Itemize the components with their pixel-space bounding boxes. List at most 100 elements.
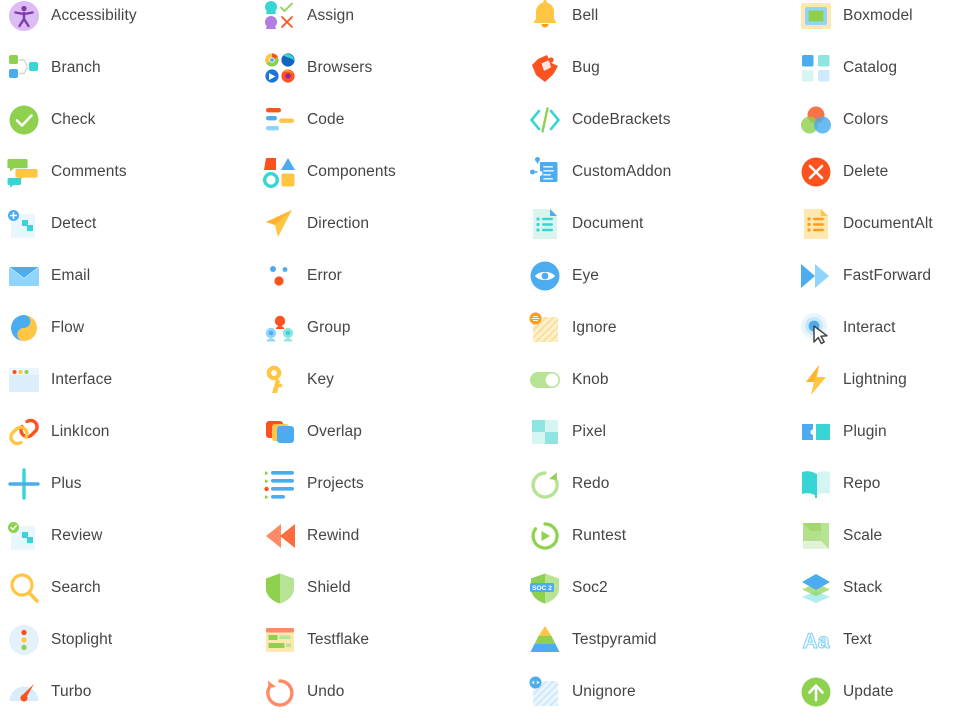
icon-list-item[interactable]: Redo <box>529 464 609 504</box>
icon-list-item[interactable]: Overlap <box>264 412 362 452</box>
icon-list-item[interactable]: Scale <box>800 516 882 556</box>
icon-label: Knob <box>572 371 609 389</box>
icon-label: Plus <box>51 475 82 493</box>
ignore-icon <box>529 312 561 344</box>
icon-list-item[interactable]: Shield <box>264 568 351 608</box>
icon-list-item[interactable]: CodeBrackets <box>529 100 671 140</box>
detect-icon <box>8 208 40 240</box>
icon-list-item[interactable]: Plugin <box>800 412 887 452</box>
icon-list-item[interactable]: Repo <box>800 464 880 504</box>
interface-icon <box>8 364 40 396</box>
interact-icon <box>800 312 832 345</box>
testpyramid-icon <box>529 624 561 656</box>
icon-list-item[interactable]: Stack <box>800 568 882 608</box>
icon-list-item[interactable]: Colors <box>800 100 888 140</box>
plus-icon <box>8 468 40 500</box>
pixel-icon <box>529 416 561 448</box>
icon-list-item[interactable]: CustomAddon <box>529 152 671 192</box>
icon-list-item[interactable]: Check <box>8 100 95 140</box>
icon-list-item[interactable]: Search <box>8 568 101 608</box>
redo-icon <box>529 468 561 500</box>
icon-list-item[interactable]: Plus <box>8 464 82 504</box>
icon-list-item[interactable]: Rewind <box>264 516 359 556</box>
icon-list-item[interactable]: Key <box>264 360 334 400</box>
icon-list-item[interactable]: Projects <box>264 464 364 504</box>
icon-list-item[interactable]: DocumentAlt <box>800 204 933 244</box>
icon-list-item[interactable]: Knob <box>529 360 609 400</box>
icon-list-item[interactable]: Update <box>800 672 894 712</box>
icon-list-item[interactable]: Assign <box>264 0 354 36</box>
branch-icon <box>8 52 40 84</box>
icon-list-item[interactable]: Eye <box>529 256 599 296</box>
icon-list-item[interactable]: Review <box>8 516 102 556</box>
key-icon <box>264 364 296 396</box>
unignore-icon <box>529 676 561 708</box>
icon-label: Group <box>307 319 351 337</box>
icon-list-item[interactable]: Runtest <box>529 516 626 556</box>
icon-list-item[interactable]: Turbo <box>8 672 91 712</box>
plugin-icon <box>800 416 832 448</box>
icon-list-item[interactable]: Document <box>529 204 643 244</box>
link-icon <box>8 416 40 448</box>
icon-label: Bug <box>572 59 600 77</box>
icon-list-item[interactable]: Delete <box>800 152 888 192</box>
icon-list-item[interactable]: Detect <box>8 204 96 244</box>
icon-list-item[interactable]: Testflake <box>264 620 369 660</box>
icon-list-item[interactable]: Testpyramid <box>529 620 657 660</box>
boxmodel-icon <box>800 0 832 32</box>
bell-icon <box>529 0 561 32</box>
icon-label: FastForward <box>843 267 932 285</box>
colors-icon <box>800 104 832 136</box>
icon-list-item[interactable]: Unignore <box>529 672 636 712</box>
icon-list-item[interactable]: Lightning <box>800 360 907 400</box>
icon-list-item[interactable]: Browsers <box>264 48 372 88</box>
icon-list-item[interactable]: Catalog <box>800 48 897 88</box>
custom-addon-icon <box>529 156 561 188</box>
icon-list-item[interactable]: Error <box>264 256 342 296</box>
icon-label: Rewind <box>307 527 360 545</box>
icon-list-item[interactable]: Comments <box>7 152 127 192</box>
icon-list-item[interactable]: Undo <box>264 672 344 712</box>
lightning-icon <box>800 364 832 396</box>
icon-list-item[interactable]: Stoplight <box>8 620 112 660</box>
icon-list-item[interactable]: Flow <box>8 308 84 348</box>
icon-label: Runtest <box>572 527 627 545</box>
icon-list-item[interactable]: Interact <box>800 308 896 348</box>
icon-list-item[interactable]: Pixel <box>529 412 606 452</box>
icon-list-item[interactable]: FastForward <box>800 256 931 296</box>
icon-label: Components <box>307 163 396 181</box>
icon-list-item[interactable]: Components <box>262 152 396 192</box>
icon-list-item[interactable]: Aa Text <box>800 620 872 660</box>
icon-list-item[interactable]: Direction <box>264 204 369 244</box>
icon-label: LinkIcon <box>51 423 110 441</box>
icon-label: Scale <box>843 527 883 545</box>
icon-label: CodeBrackets <box>572 111 671 129</box>
icon-list-item[interactable]: Email <box>8 256 90 296</box>
stack-icon <box>800 572 832 604</box>
icon-list-item[interactable]: Bell <box>529 0 598 36</box>
icon-label: Branch <box>51 59 101 77</box>
icon-label: Stack <box>843 579 883 597</box>
icon-label: Code <box>307 111 345 129</box>
icon-label: Shield <box>307 579 351 597</box>
svg-text:Aa: Aa <box>803 630 830 653</box>
overlap-icon <box>264 416 296 448</box>
icon-list-item[interactable]: Bug <box>529 48 600 88</box>
icon-label: Detect <box>51 215 97 233</box>
undo-icon <box>264 676 296 708</box>
icon-label: Update <box>843 683 894 701</box>
icon-list-item[interactable]: SOC 2 Soc2 <box>529 568 608 608</box>
icon-list-item[interactable]: LinkIcon <box>8 412 110 452</box>
icon-list-item[interactable]: Group <box>264 308 351 348</box>
icon-list-item[interactable]: Branch <box>8 48 101 88</box>
scale-icon <box>800 520 832 552</box>
accessibility-icon <box>8 0 40 32</box>
icon-list-item[interactable]: Boxmodel <box>800 0 913 36</box>
code-icon <box>264 104 296 136</box>
icon-list-item[interactable]: Accessibility <box>8 0 137 36</box>
icon-list-item[interactable]: Ignore <box>529 308 617 348</box>
icon-list-item[interactable]: Code <box>264 100 344 140</box>
browsers-icon <box>264 52 296 84</box>
icon-list-item[interactable]: Interface <box>8 360 112 400</box>
error-icon <box>264 260 296 292</box>
